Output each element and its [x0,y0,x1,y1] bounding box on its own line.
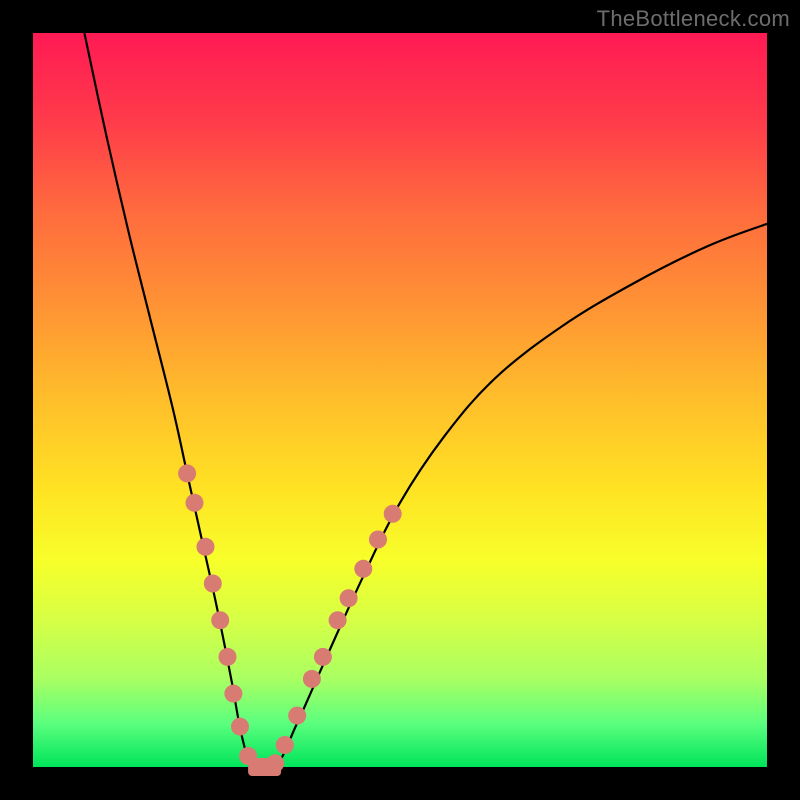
curve-marker [329,611,347,629]
curve-marker [384,505,402,523]
curve-marker [197,538,215,556]
curve-marker [340,589,358,607]
plot-area [33,33,767,767]
curve-minimum-pill [248,758,281,776]
curve-marker [369,531,387,549]
watermark-text: TheBottleneck.com [597,6,790,32]
marker-group [178,464,402,776]
curve-marker [231,718,249,736]
curve-marker [211,611,229,629]
curve-marker [314,648,332,666]
curve-marker [204,575,222,593]
chart-frame: TheBottleneck.com [0,0,800,800]
curve-marker [186,494,204,512]
curve-marker [354,560,372,578]
curve-marker [303,670,321,688]
curve-marker [219,648,237,666]
curve-marker [288,707,306,725]
curve-marker [178,464,196,482]
chart-svg [33,33,767,767]
bottleneck-curve [84,33,767,772]
curve-marker [276,736,294,754]
curve-marker [224,685,242,703]
